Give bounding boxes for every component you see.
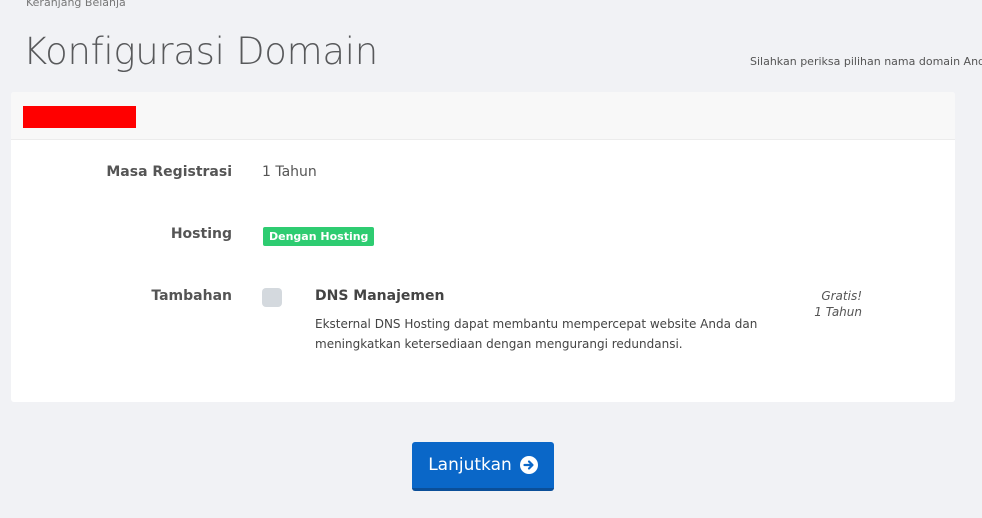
page-title: Konfigurasi Domain (23, 30, 378, 73)
addon-title: DNS Manajemen (315, 288, 445, 304)
breadcrumb[interactable]: Keranjang Belanja (26, 0, 126, 9)
domain-name-redacted (23, 106, 136, 128)
addon-price-line2: 1 Tahun (814, 305, 862, 319)
dns-management-checkbox[interactable] (262, 288, 282, 307)
registration-period-label: Masa Registrasi (106, 164, 232, 180)
registration-period-value: 1 Tahun (262, 164, 317, 180)
domain-config-panel: Masa Registrasi 1 Tahun Hosting Dengan H… (11, 92, 955, 402)
continue-button-label: Lanjutkan (428, 455, 512, 475)
hosting-status-badge: Dengan Hosting (263, 227, 375, 246)
addon-price-line1: Gratis! (821, 289, 862, 303)
page-subtitle: Silahkan periksa pilihan nama domain And… (750, 55, 982, 68)
addon-description: Eksternal DNS Hosting dapat membantu mem… (315, 317, 758, 351)
hosting-label: Hosting (170, 226, 232, 242)
addons-label: Tambahan (151, 288, 232, 304)
addon-price: Gratis! 1 Tahun (814, 288, 862, 320)
continue-button[interactable]: Lanjutkan (412, 442, 554, 491)
arrow-circle-right-icon (519, 456, 538, 474)
panel-header (11, 92, 955, 140)
